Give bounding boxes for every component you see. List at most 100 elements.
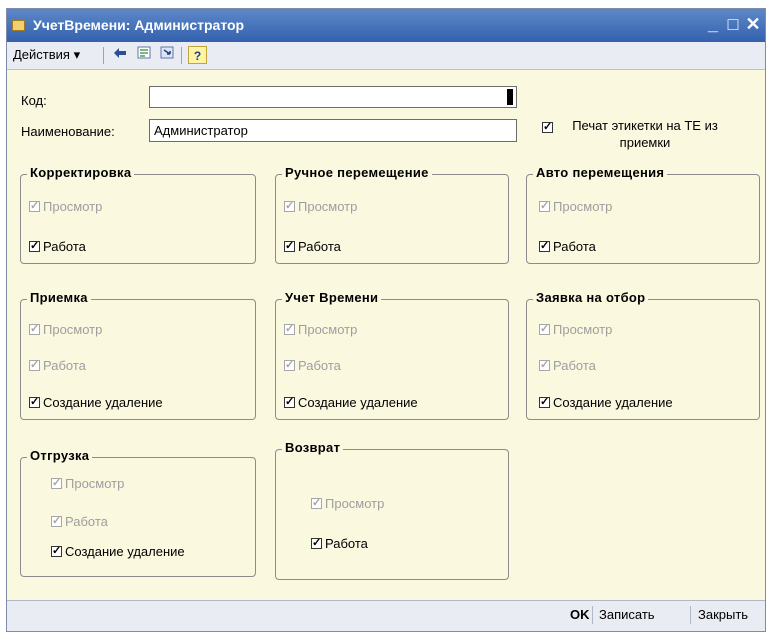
group-title-return: Возврат — [282, 440, 344, 455]
shipment-create-checkbox[interactable]: ✓ Создание удаление — [51, 544, 185, 559]
receiving-work-checkbox: ✓ Работа — [29, 358, 86, 373]
save-button[interactable]: Записать — [599, 607, 655, 622]
checkbox-checked-icon: ✓ — [284, 200, 295, 212]
button-divider — [592, 606, 593, 624]
group-title-auto-move: Авто перемещения — [533, 165, 668, 180]
correction-view-checkbox: ✓ Просмотр — [29, 199, 102, 214]
group-shipment: Отгрузка ✓ Просмотр ✓ Работа ✓ Создание уда… — [20, 448, 256, 577]
checkbox-label: Просмотр — [43, 199, 103, 214]
form-view-icon[interactable] — [134, 46, 153, 64]
checkbox-label: Просмотр — [325, 496, 385, 511]
group-return: Возврат ✓ Просмотр ✓ Работа — [275, 440, 509, 580]
checkbox-checked-icon: ✓ — [539, 200, 550, 212]
print-labels-label: Печат этикетки на ТЕ из приемки — [572, 118, 718, 150]
help-icon[interactable]: ? — [188, 46, 207, 64]
toolbar-divider — [181, 47, 182, 64]
time-tracking-view-checkbox: ✓ Просмотр — [284, 322, 357, 337]
shipment-work-checkbox: ✓ Работа — [51, 514, 108, 529]
checkbox-checked-icon: ✓ — [29, 240, 40, 252]
return-view-checkbox: ✓ Просмотр — [311, 496, 384, 511]
group-title-time-tracking: Учет Времени — [282, 290, 382, 305]
checkbox-checked-icon: ✓ — [539, 323, 550, 335]
time-tracking-work-checkbox: ✓ Работа — [284, 358, 341, 373]
title-bar[interactable]: УчетВремени: Администратор _ □ ✕ — [7, 9, 765, 42]
checkbox-checked-icon: ✓ — [284, 240, 295, 252]
back-arrow-icon[interactable] — [110, 46, 129, 64]
checkbox-label: Просмотр — [553, 322, 613, 337]
name-field[interactable]: Администратор — [149, 119, 517, 142]
checkbox-label: Работа — [553, 239, 596, 254]
pick-request-work-checkbox: ✓ Работа — [539, 358, 596, 373]
checkbox-label: Просмотр — [65, 476, 125, 491]
return-work-checkbox[interactable]: ✓ Работа — [311, 536, 368, 551]
checkbox-checked-icon: ✓ — [51, 545, 62, 557]
checkbox-label: Просмотр — [298, 322, 358, 337]
shipment-view-checkbox: ✓ Просмотр — [51, 476, 124, 491]
checkbox-checked-icon: ✓ — [29, 396, 40, 408]
group-correction: Корректировка ✓ Просмотр ✓ Работа — [20, 165, 256, 264]
code-field[interactable] — [149, 86, 517, 108]
group-manual-move: Ручное перемещение ✓ Просмотр ✓ Работа — [275, 165, 509, 264]
group-title-receiving: Приемка — [27, 290, 91, 305]
checkbox-label: Работа — [65, 514, 108, 529]
checkbox-checked-icon: ✓ — [539, 396, 550, 408]
group-title-correction: Корректировка — [27, 165, 135, 180]
toolbar-divider — [103, 47, 104, 64]
bottom-button-bar: OK Записать Закрыть — [7, 600, 765, 631]
pick-request-create-checkbox[interactable]: ✓ Создание удаление — [539, 395, 673, 410]
checkbox-label: Работа — [43, 358, 86, 373]
checkbox-label: Работа — [298, 239, 341, 254]
checkbox-checked-icon: ✓ — [539, 240, 550, 252]
checkbox-label: Создание удаление — [43, 395, 163, 410]
group-title-manual-move: Ручное перемещение — [282, 165, 432, 180]
button-divider — [690, 606, 691, 624]
auto-move-work-checkbox[interactable]: ✓ Работа — [539, 239, 596, 254]
refresh-icon[interactable] — [157, 46, 176, 64]
close-window-button[interactable]: ✕ — [741, 12, 765, 36]
checkbox-checked-icon: ✓ — [29, 323, 40, 335]
checkbox-label: Работа — [298, 358, 341, 373]
group-auto-move: Авто перемещения ✓ Просмотр ✓ Работа — [526, 165, 760, 264]
checkbox-label: Создание удаление — [298, 395, 418, 410]
correction-work-checkbox[interactable]: ✓ Работа — [29, 239, 86, 254]
checkbox-checked-icon: ✓ — [542, 121, 553, 133]
checkbox-checked-icon: ✓ — [284, 359, 295, 371]
receiving-view-checkbox: ✓ Просмотр — [29, 322, 102, 337]
checkbox-label: Работа — [553, 358, 596, 373]
pick-request-view-checkbox: ✓ Просмотр — [539, 322, 612, 337]
group-title-shipment: Отгрузка — [27, 448, 93, 463]
checkbox-label: Работа — [43, 239, 86, 254]
checkbox-label: Просмотр — [43, 322, 103, 337]
checkbox-label: Создание удаление — [553, 395, 673, 410]
checkbox-checked-icon: ✓ — [51, 477, 62, 489]
checkbox-checked-icon: ✓ — [284, 396, 295, 408]
group-time-tracking: Учет Времени ✓ Просмотр ✓ Работа ✓ Создание… — [275, 290, 509, 420]
window-title: УчетВремени: Администратор — [33, 17, 245, 33]
name-label: Наименование: — [21, 124, 115, 139]
group-receiving: Приемка ✓ Просмотр ✓ Работа ✓ Создание удал… — [20, 290, 256, 420]
checkbox-label: Просмотр — [553, 199, 613, 214]
manual-move-work-checkbox[interactable]: ✓ Работа — [284, 239, 341, 254]
ok-button[interactable]: OK — [570, 607, 590, 622]
checkbox-label: Просмотр — [298, 199, 358, 214]
actions-menu[interactable]: Действия ▾ — [13, 47, 80, 63]
manual-move-view-checkbox: ✓ Просмотр — [284, 199, 357, 214]
receiving-create-checkbox[interactable]: ✓ Создание удаление — [29, 395, 163, 410]
checkbox-label: Создание удаление — [65, 544, 185, 559]
close-button[interactable]: Закрыть — [698, 607, 748, 622]
checkbox-label: Работа — [325, 536, 368, 551]
checkbox-checked-icon: ✓ — [29, 200, 40, 212]
group-title-pick-request: Заявка на отбор — [533, 290, 649, 305]
checkbox-checked-icon: ✓ — [311, 537, 322, 549]
print-labels-checkbox[interactable]: ✓ Печат этикетки на ТЕ из приемки — [542, 117, 734, 151]
auto-move-view-checkbox: ✓ Просмотр — [539, 199, 612, 214]
code-label: Код: — [21, 93, 47, 108]
checkbox-checked-icon: ✓ — [539, 359, 550, 371]
document-window: УчетВремени: Администратор _ □ ✕ Действи… — [6, 8, 766, 632]
text-cursor — [507, 89, 513, 105]
checkbox-checked-icon: ✓ — [284, 323, 295, 335]
name-value: Администратор — [154, 123, 248, 138]
checkbox-checked-icon: ✓ — [51, 515, 62, 527]
time-tracking-create-checkbox[interactable]: ✓ Создание удаление — [284, 395, 418, 410]
checkbox-checked-icon: ✓ — [29, 359, 40, 371]
